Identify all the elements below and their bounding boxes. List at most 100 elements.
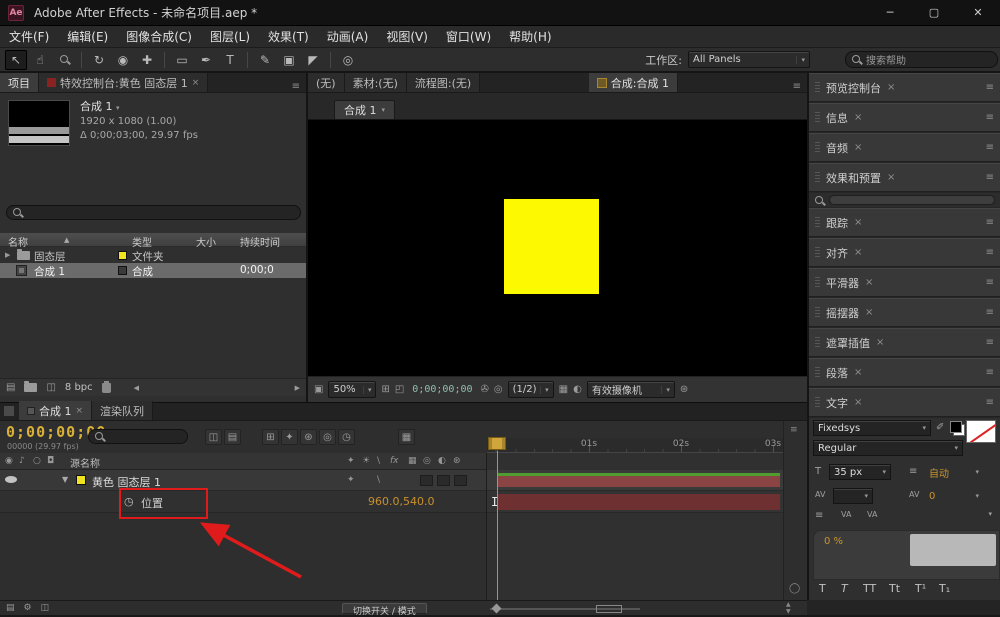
label-color-swatch[interactable] [118, 266, 127, 275]
panel-menu-icon[interactable]: ≡ [286, 81, 306, 92]
panel-menu-icon[interactable]: ≡ [986, 142, 994, 153]
faux-bold-button[interactable]: T [819, 582, 826, 595]
close-icon[interactable]: × [865, 307, 873, 318]
eraser-tool[interactable]: ◤ [302, 50, 324, 70]
tab-comp-viewer[interactable]: 合成:合成 1 [589, 73, 678, 92]
brainstorm-icon[interactable]: ◎ [319, 429, 336, 445]
effects-search-input[interactable] [809, 193, 1000, 207]
table-row-solids-folder[interactable]: ▶ 固态层 文件夹 [0, 248, 306, 263]
quality-switch-icon[interactable]: ✦ [347, 475, 355, 485]
camera-tool[interactable]: ◉ [112, 50, 134, 70]
menu-effect[interactable]: 效果(T) [259, 26, 318, 48]
rotation-tool[interactable]: ↻ [88, 50, 110, 70]
tab-comp-1[interactable]: 合成 1 ▾ [334, 100, 395, 119]
close-icon[interactable]: × [854, 217, 862, 228]
small-caps-button[interactable]: Tt [889, 582, 900, 595]
mode-box[interactable] [437, 475, 450, 486]
pan-behind-tool[interactable]: ✚ [136, 50, 158, 70]
channels-icon[interactable]: ◎ [494, 384, 503, 395]
mask-tool[interactable]: ▭ [171, 50, 193, 70]
project-table-header[interactable]: 名称 ▲ 类型 大小 持续时间 [0, 233, 306, 247]
color-depth-toggle[interactable]: 8 bpc [65, 382, 93, 393]
tracking-select[interactable]: 0▾ [925, 488, 983, 504]
menu-help[interactable]: 帮助(H) [500, 26, 560, 48]
composition-canvas[interactable] [308, 120, 807, 376]
layer-row[interactable]: ▼ 黄色 固态层 1 ✦ \ [0, 470, 486, 491]
column-name[interactable]: 名称 [8, 234, 28, 249]
type-tool[interactable]: T [219, 50, 241, 70]
panel-header-smoother[interactable]: 平滑器 × ≡ [809, 268, 1000, 297]
menu-composition[interactable]: 图像合成(C) [117, 26, 201, 48]
panel-menu-icon[interactable]: ≡ [986, 277, 994, 288]
layer-color-swatch[interactable] [76, 475, 86, 485]
panel-header-align[interactable]: 对齐 × ≡ [809, 238, 1000, 267]
active-camera-select[interactable]: 有效摄像机▾ [587, 381, 675, 398]
panel-header-tracker[interactable]: 跟踪 × ≡ [809, 208, 1000, 237]
workspace-select[interactable]: All Panels ▾ [688, 51, 810, 68]
current-time-indicator[interactable] [488, 437, 506, 450]
expand-graph-icon[interactable]: ◫ [41, 603, 50, 613]
panel-menu-icon[interactable]: ≡ [986, 397, 994, 408]
panel-header-preview[interactable]: 预览控制台 × ≡ [809, 73, 1000, 102]
expand-layers-icon[interactable]: ▤ [6, 603, 15, 613]
hide-shy-layers-icon[interactable]: ⊞ [262, 429, 279, 445]
grid-guides-icon[interactable]: ⊞ [381, 384, 389, 395]
close-icon[interactable]: × [854, 397, 862, 408]
panel-header-effects-presets[interactable]: 效果和预置 × ≡ [809, 163, 1000, 192]
time-ruler[interactable]: 01s 02s 03s [487, 438, 783, 453]
panel-menu-icon[interactable]: ≡ [986, 337, 994, 348]
table-row-comp[interactable]: 合成 1 合成 0;00;0 [0, 263, 306, 278]
column-size[interactable]: 大小 [196, 234, 216, 249]
frame-blend-switch-icon[interactable]: \ [377, 475, 380, 485]
menu-edit[interactable]: 编辑(E) [58, 26, 117, 48]
menu-animation[interactable]: 动画(A) [318, 26, 378, 48]
view-layout-select[interactable]: (1/2)▾ [508, 381, 554, 398]
property-value[interactable]: 960.0,540.0 [368, 495, 434, 508]
tab-none[interactable]: (无) [308, 73, 345, 92]
close-icon[interactable]: × [865, 277, 873, 288]
brush-tool[interactable]: ✎ [254, 50, 276, 70]
scroll-left-icon[interactable]: ◀ [134, 384, 139, 392]
magnification-select[interactable]: 50%▾ [328, 381, 376, 398]
menu-file[interactable]: 文件(F) [0, 26, 58, 48]
scroll-up-icon[interactable]: ▲ [786, 601, 791, 608]
selection-tool[interactable]: ↖ [5, 50, 27, 70]
position-property-row[interactable]: ◷ 位置 960.0,540.0 [0, 491, 486, 513]
fill-stroke-color-swatch[interactable] [950, 421, 965, 436]
timeline-search-input[interactable] [88, 429, 188, 444]
panel-menu-icon[interactable]: ≡ [986, 172, 994, 183]
kerning-select[interactable]: ▾ [833, 488, 873, 504]
close-icon[interactable]: × [854, 247, 862, 258]
toggle-switches-modes-button[interactable]: 切换开关 / 模式 [342, 603, 427, 614]
film-icon[interactable]: ▤ [6, 382, 15, 393]
panel-header-character[interactable]: 文字 × ≡ [809, 388, 1000, 417]
leading-select[interactable]: 自动▾ [925, 464, 983, 480]
transparency-grid-icon[interactable]: ⊛ [680, 384, 688, 395]
pen-tool[interactable]: ✒ [195, 50, 217, 70]
close-icon[interactable]: × [887, 82, 895, 93]
mode-box[interactable] [454, 475, 467, 486]
close-icon[interactable]: × [854, 142, 862, 153]
new-comp-icon[interactable]: ◫ [46, 382, 55, 393]
trash-icon[interactable] [102, 383, 111, 393]
panel-header-mask-interpolation[interactable]: 遮罩插值 × ≡ [809, 328, 1000, 357]
effects-search-field[interactable] [829, 195, 995, 205]
zoom-window[interactable] [596, 605, 622, 613]
yellow-solid-layer[interactable] [504, 199, 599, 294]
close-icon[interactable]: × [192, 78, 200, 88]
panel-menu-icon[interactable]: ≡ [986, 307, 994, 318]
menu-window[interactable]: 窗口(W) [437, 26, 500, 48]
panel-header-info[interactable]: 信息 × ≡ [809, 103, 1000, 132]
panel-menu-icon[interactable]: ≡ [986, 82, 994, 93]
mini-flowchart-icon[interactable]: ◫ [205, 429, 222, 445]
panel-menu-icon[interactable]: ≡ [986, 367, 994, 378]
label-color-swatch[interactable] [118, 251, 127, 260]
auto-keyframe-icon[interactable]: ◷ [338, 429, 355, 445]
menu-layer[interactable]: 图层(L) [201, 26, 259, 48]
superscript-button[interactable]: T¹ [915, 582, 926, 595]
timeline-track-area[interactable] [486, 453, 783, 600]
region-of-interest-icon[interactable]: ◰ [395, 384, 404, 395]
close-button[interactable]: ✕ [956, 0, 1000, 26]
font-style-select[interactable]: Regular▾ [813, 440, 963, 456]
options-icon[interactable]: ≡ [815, 510, 823, 521]
